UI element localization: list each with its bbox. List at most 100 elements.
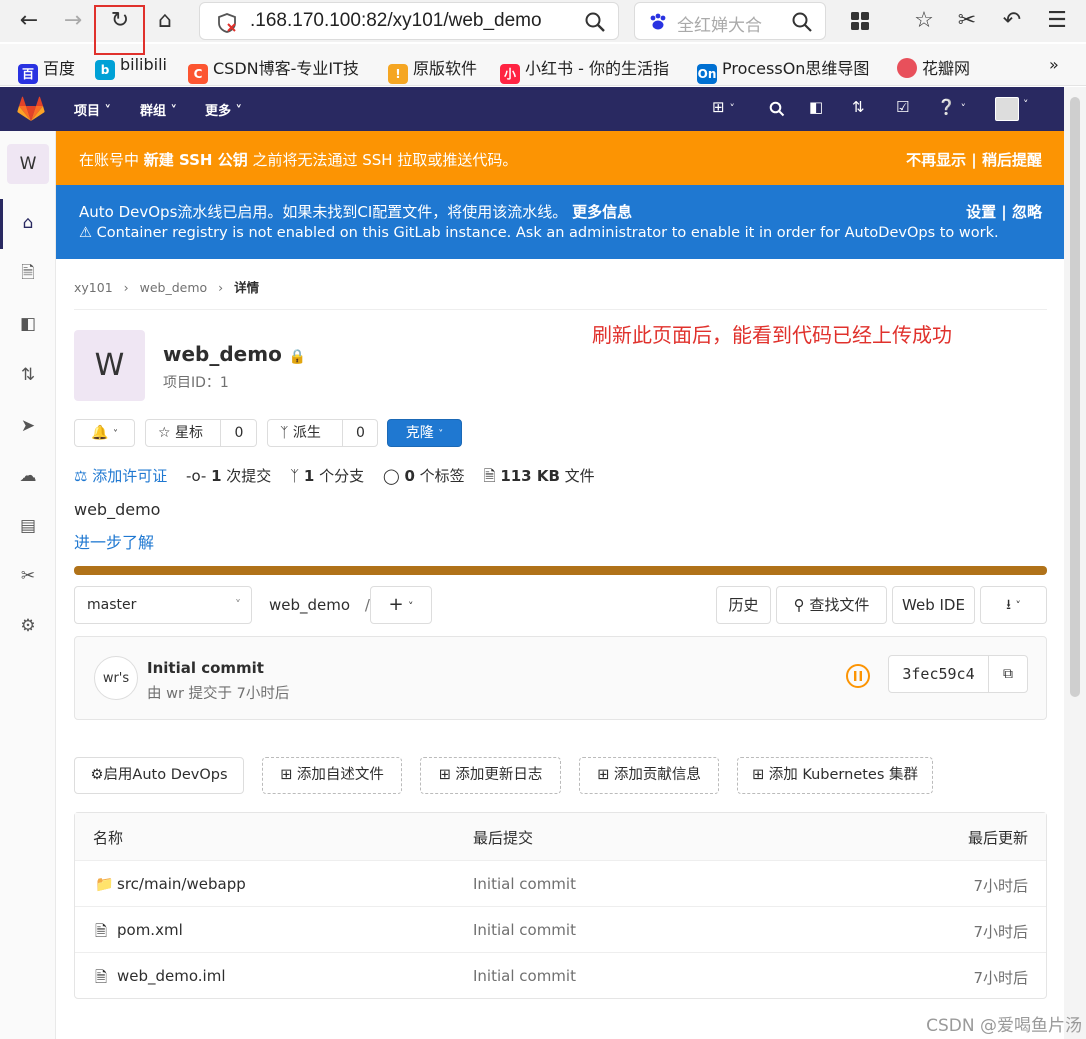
ssh-key-banner: 在账号中 新建 SSH 公钥 之前将无法通过 SSH 拉取或推送代码。 不再显示… [56, 131, 1064, 185]
snippets-scissors-icon[interactable]: ✂ [16, 564, 40, 588]
history-button[interactable]: 历史 [716, 586, 771, 624]
file-name[interactable]: web_demo.iml [117, 967, 226, 985]
help-icon[interactable]: ❔ ˅ [937, 98, 966, 116]
table-row[interactable]: 🗎 web_demo.iml Initial commit 7小时后 [75, 952, 1046, 998]
chevron-down-icon: ˅ [112, 429, 118, 440]
fork-button[interactable]: ᛉ 派生 0 [267, 419, 378, 447]
bookmark-bilibili[interactable]: b bilibili [95, 55, 167, 80]
repo-path[interactable]: web_demo [269, 596, 350, 614]
chevron-down-icon[interactable]: ˅ [1023, 98, 1029, 111]
branch-select[interactable]: master ˅ [74, 586, 252, 624]
commit-title[interactable]: Initial commit [147, 659, 264, 677]
todo-check-icon[interactable]: ☑ [896, 98, 909, 116]
home-icon[interactable]: ⌂ [16, 211, 40, 235]
red-annotation-text: 刷新此页面后，能看到代码已经上传成功 [592, 323, 952, 347]
bookmark-software[interactable]: ! 原版软件 [388, 55, 477, 84]
new-ssh-key-link[interactable]: 新建 SSH 公钥 [144, 151, 248, 169]
branches-link[interactable]: ᛉ 1 个分支 [290, 467, 364, 485]
chevron-down-icon: ˅ [1015, 599, 1021, 612]
table-row[interactable]: 📁 src/main/webapp Initial commit 7小时后 [75, 860, 1046, 906]
add-kubernetes-button[interactable]: ⊞ 添加 Kubernetes 集群 [737, 757, 933, 794]
language-bar[interactable] [74, 566, 1047, 575]
bookmark-processon[interactable]: On ProcessOn思维导图 [697, 55, 869, 84]
bookmark-baidu[interactable]: 百百度 [18, 55, 75, 84]
download-dropdown[interactable]: ⭳ ˅ [980, 586, 1047, 624]
repository-icon[interactable]: 🗎 [16, 261, 40, 285]
tags-link[interactable]: ◯ 0 个标签 [383, 467, 465, 485]
table-row[interactable]: 🗎 pom.xml Initial commit 7小时后 [75, 906, 1046, 952]
user-avatar[interactable] [995, 97, 1019, 121]
commit-author-avatar[interactable]: wr's [94, 656, 138, 700]
page-scrollbar[interactable] [1064, 87, 1086, 1039]
huaban-icon [897, 58, 917, 78]
star-button[interactable]: ☆ 星标 0 [145, 419, 257, 447]
file-last-commit[interactable]: Initial commit [473, 875, 576, 893]
zoom-search-icon[interactable] [584, 11, 606, 33]
settings-gear-icon[interactable]: ⚙ [16, 614, 40, 638]
issues-icon[interactable]: ◧ [809, 98, 823, 116]
web-ide-button[interactable]: Web IDE [892, 586, 975, 624]
breadcrumb-item-group[interactable]: xy101 [74, 280, 113, 295]
search-box[interactable]: 全红婵大合 [634, 2, 826, 40]
learn-more-link[interactable]: 进一步了解 [74, 529, 154, 553]
merge-request-icon[interactable]: ⇅ [16, 363, 40, 387]
bookmark-csdn[interactable]: C CSDN博客-专业IT技 [188, 55, 359, 84]
more-info-link[interactable]: 更多信息 [572, 203, 632, 221]
ssh-banner-actions[interactable]: 不再显示 | 稍后提醒 [906, 149, 1042, 170]
merge-request-icon[interactable]: ⇅ [852, 98, 865, 116]
files-size-link[interactable]: 🗎 113 KB 文件 [483, 467, 594, 485]
commits-link[interactable]: -o- 1 次提交 [186, 467, 271, 485]
breadcrumb-item-project[interactable]: web_demo [140, 280, 208, 295]
forward-arrow-icon[interactable]: → [58, 6, 88, 36]
apps-grid-icon[interactable] [849, 10, 871, 32]
clone-button[interactable]: 克隆 ˅ [387, 419, 462, 447]
nav-more[interactable]: 更多 ˅ [205, 100, 242, 119]
browser-toolbar: ← → ↻ ⌂ .168.170.100:82/xy101/web_demo 全… [0, 0, 1086, 42]
wiki-book-icon[interactable]: ▤ [16, 514, 40, 538]
scrollbar-thumb[interactable] [1070, 97, 1080, 697]
pipeline-paused-icon[interactable] [845, 663, 871, 689]
add-readme-button[interactable]: ⊞ 添加自述文件 [262, 757, 402, 794]
tag-icon: ◯ [382, 467, 400, 485]
file-name[interactable]: src/main/webapp [117, 875, 246, 893]
bookmarks-more[interactable]: » [1049, 55, 1059, 74]
gitlab-logo-icon[interactable] [17, 96, 45, 122]
chevron-down-icon: ˅ [170, 104, 178, 119]
new-item-plus-icon[interactable]: ⊞ ˅ [712, 98, 735, 116]
plus-square-icon: ⊞ [438, 767, 451, 783]
issues-icon[interactable]: ◧ [16, 312, 40, 336]
address-bar[interactable]: .168.170.100:82/xy101/web_demo [199, 2, 619, 40]
nav-groups[interactable]: 群组 ˅ [140, 100, 177, 119]
devops-banner-actions[interactable]: 设置 | 忽略 [966, 201, 1042, 222]
bookmark-huaban[interactable]: 花瓣网 [897, 55, 970, 79]
sidebar-project-avatar[interactable]: W [7, 144, 49, 184]
find-file-button[interactable]: ⚲ 查找文件 [776, 586, 887, 624]
file-last-commit[interactable]: Initial commit [473, 967, 576, 985]
add-license-link[interactable]: ⚖ 添加许可证 [74, 467, 167, 485]
file-name[interactable]: pom.xml [117, 921, 183, 939]
add-contributing-button[interactable]: ⊞ 添加贡献信息 [579, 757, 719, 794]
software-icon: ! [388, 64, 408, 84]
undo-icon[interactable]: ↶ [997, 6, 1027, 36]
chevron-right-icon: › [218, 280, 224, 295]
commit-sha[interactable]: 3fec59c4 [888, 655, 989, 693]
enable-auto-devops-button[interactable]: ⚙启用Auto DevOps [74, 757, 244, 794]
back-arrow-icon[interactable]: ← [14, 6, 44, 36]
cloud-deploy-icon[interactable]: ☁ [16, 464, 40, 488]
copy-icon[interactable]: ⧉ [988, 655, 1028, 693]
breadcrumb-item-current: 详情 [234, 280, 260, 295]
plus-square-icon: ⊞ [280, 767, 293, 783]
add-file-dropdown[interactable]: + ˅ [370, 586, 432, 624]
add-changelog-button[interactable]: ⊞ 添加更新日志 [420, 757, 561, 794]
search-icon[interactable] [791, 11, 813, 33]
favorites-icon[interactable]: ☆ [909, 6, 939, 36]
nav-projects[interactable]: 项目 ˅ [74, 100, 111, 119]
menu-icon[interactable]: ☰ [1042, 6, 1072, 36]
scissors-icon[interactable]: ✂ [952, 6, 982, 36]
bookmark-xiaohongshu[interactable]: 小小红书 - 你的生活指 [500, 55, 669, 84]
rocket-icon[interactable]: ➤ [16, 414, 40, 438]
search-icon[interactable] [769, 101, 785, 117]
file-last-commit[interactable]: Initial commit [473, 921, 576, 939]
notification-dropdown[interactable]: 🔔 ˅ [74, 419, 135, 447]
home-icon[interactable]: ⌂ [150, 6, 180, 36]
